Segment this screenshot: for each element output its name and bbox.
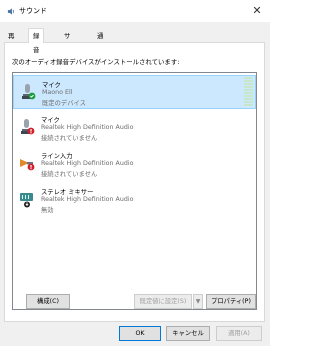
device-item-stereo-mixer[interactable]: ステレオ ミキサー Realtek High Definition Audio … [13,183,256,217]
properties-button[interactable]: プロパティ(P) [206,294,256,309]
tab-communications[interactable]: 通信 [93,30,107,52]
speaker-icon [7,8,14,15]
device-driver: Realtek High Definition Audio [41,160,134,167]
set-default-button[interactable]: 既定値に設定(S) [134,294,192,309]
stereo-mixer-icon [20,193,33,208]
device-item-line-in[interactable]: ライン入力 Realtek High Definition Audio 接続され… [13,147,256,181]
level-meter [244,77,253,107]
tab-playback[interactable]: 再生 [4,30,18,52]
cancel-button[interactable]: キャンセル [166,326,210,341]
device-driver: Maono Ell [42,89,73,96]
apply-button[interactable]: 適用(A) [216,326,262,341]
configure-button[interactable]: 構成(C) [26,294,70,309]
device-status: 無効 [41,207,54,214]
title-bar: サウンド ✕ [0,0,270,22]
device-item-realtek-mic[interactable]: マイク Realtek High Definition Audio 接続されてい… [13,111,256,145]
device-name: ステレオ ミキサー [41,189,94,196]
device-item-maono-mic[interactable]: マイク Maono Ell 既定のデバイス [13,75,256,109]
device-list-prompt: 次のオーディオ録音デバイスがインストールされています: [12,58,180,66]
device-name: マイク [42,82,61,89]
set-default-dropdown[interactable]: ▼ [193,294,203,309]
device-status: 既定のデバイス [42,100,86,107]
tab-recording[interactable]: 録音 [28,28,45,54]
device-list[interactable]: マイク Maono Ell 既定のデバイス マイク Realtek High D [12,72,257,310]
device-status: 接続されていません [41,171,98,178]
close-button[interactable]: ✕ [250,4,264,18]
device-status: 接続されていません [41,135,98,142]
tab-sounds[interactable]: サウンド [60,30,74,76]
device-name: マイク [41,117,60,124]
microphone-icon [22,84,36,100]
device-name: ライン入力 [41,153,73,160]
window-title: サウンド [19,7,47,15]
recording-panel: 次のオーディオ録音デバイスがインストールされています: マイク Maono El… [4,42,265,322]
ok-button[interactable]: OK [119,326,161,341]
device-driver: Realtek High Definition Audio [41,196,134,203]
device-driver: Realtek High Definition Audio [41,124,134,131]
sound-dialog: サウンド ✕ 再生 録音 サウンド 通信 次のオーディオ録音デバイスがインストー… [0,0,270,346]
microphone-icon [21,119,35,135]
line-in-icon [20,159,35,171]
